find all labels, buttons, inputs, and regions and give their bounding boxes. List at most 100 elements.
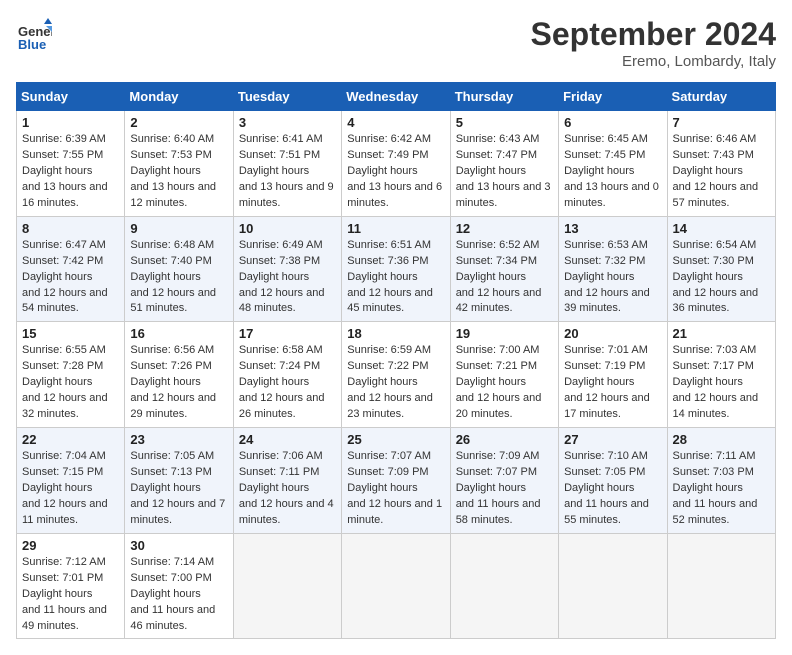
day-cell-15: 15 Sunrise: 6:55 AM Sunset: 7:28 PM Dayl… [17,322,125,428]
svg-text:Blue: Blue [18,37,46,52]
day-detail: Sunrise: 7:14 AM Sunset: 7:00 PM Dayligh… [130,555,227,635]
day-cell-19: 19 Sunrise: 7:00 AM Sunset: 7:21 PM Dayl… [450,322,558,428]
day-cell-21: 21 Sunrise: 7:03 AM Sunset: 7:17 PM Dayl… [667,322,775,428]
day-number: 23 [130,432,227,447]
day-cell-29: 29 Sunrise: 7:12 AM Sunset: 7:01 PM Dayl… [17,533,125,639]
day-detail: Sunrise: 6:47 AM Sunset: 7:42 PM Dayligh… [22,238,119,318]
calendar-table: SundayMondayTuesdayWednesdayThursdayFrid… [16,82,776,639]
day-number: 30 [130,538,227,553]
day-detail: Sunrise: 6:51 AM Sunset: 7:36 PM Dayligh… [347,238,444,318]
day-cell-9: 9 Sunrise: 6:48 AM Sunset: 7:40 PM Dayli… [125,216,233,322]
day-cell-25: 25 Sunrise: 7:07 AM Sunset: 7:09 PM Dayl… [342,428,450,534]
day-number: 6 [564,115,661,130]
day-cell-14: 14 Sunrise: 6:54 AM Sunset: 7:30 PM Dayl… [667,216,775,322]
empty-cell [450,533,558,639]
day-detail: Sunrise: 7:06 AM Sunset: 7:11 PM Dayligh… [239,449,336,529]
day-number: 9 [130,221,227,236]
day-cell-11: 11 Sunrise: 6:51 AM Sunset: 7:36 PM Dayl… [342,216,450,322]
day-cell-18: 18 Sunrise: 6:59 AM Sunset: 7:22 PM Dayl… [342,322,450,428]
week-row-2: 8 Sunrise: 6:47 AM Sunset: 7:42 PM Dayli… [17,216,776,322]
week-row-5: 29 Sunrise: 7:12 AM Sunset: 7:01 PM Dayl… [17,533,776,639]
day-detail: Sunrise: 6:56 AM Sunset: 7:26 PM Dayligh… [130,343,227,423]
weekday-header-tuesday: Tuesday [233,83,341,111]
day-number: 19 [456,326,553,341]
day-number: 28 [673,432,770,447]
title-block: September 2024 Eremo, Lombardy, Italy [531,16,776,70]
day-number: 29 [22,538,119,553]
day-detail: Sunrise: 6:59 AM Sunset: 7:22 PM Dayligh… [347,343,444,423]
weekday-header-monday: Monday [125,83,233,111]
day-cell-4: 4 Sunrise: 6:42 AM Sunset: 7:49 PM Dayli… [342,111,450,217]
day-detail: Sunrise: 7:12 AM Sunset: 7:01 PM Dayligh… [22,555,119,635]
day-number: 10 [239,221,336,236]
day-number: 22 [22,432,119,447]
page-header: General Blue September 2024 Eremo, Lomba… [16,16,776,70]
day-number: 8 [22,221,119,236]
day-number: 17 [239,326,336,341]
day-detail: Sunrise: 7:07 AM Sunset: 7:09 PM Dayligh… [347,449,444,529]
empty-cell [559,533,667,639]
day-cell-7: 7 Sunrise: 6:46 AM Sunset: 7:43 PM Dayli… [667,111,775,217]
day-detail: Sunrise: 6:48 AM Sunset: 7:40 PM Dayligh… [130,238,227,318]
day-cell-23: 23 Sunrise: 7:05 AM Sunset: 7:13 PM Dayl… [125,428,233,534]
day-cell-10: 10 Sunrise: 6:49 AM Sunset: 7:38 PM Dayl… [233,216,341,322]
day-number: 2 [130,115,227,130]
day-number: 12 [456,221,553,236]
day-number: 24 [239,432,336,447]
day-cell-16: 16 Sunrise: 6:56 AM Sunset: 7:26 PM Dayl… [125,322,233,428]
day-detail: Sunrise: 6:53 AM Sunset: 7:32 PM Dayligh… [564,238,661,318]
day-number: 14 [673,221,770,236]
day-detail: Sunrise: 6:43 AM Sunset: 7:47 PM Dayligh… [456,132,553,212]
day-number: 27 [564,432,661,447]
day-cell-3: 3 Sunrise: 6:41 AM Sunset: 7:51 PM Dayli… [233,111,341,217]
month-title: September 2024 [531,16,776,53]
day-number: 7 [673,115,770,130]
day-cell-12: 12 Sunrise: 6:52 AM Sunset: 7:34 PM Dayl… [450,216,558,322]
day-cell-1: 1 Sunrise: 6:39 AM Sunset: 7:55 PM Dayli… [17,111,125,217]
day-detail: Sunrise: 7:00 AM Sunset: 7:21 PM Dayligh… [456,343,553,423]
week-row-1: 1 Sunrise: 6:39 AM Sunset: 7:55 PM Dayli… [17,111,776,217]
day-detail: Sunrise: 6:46 AM Sunset: 7:43 PM Dayligh… [673,132,770,212]
day-detail: Sunrise: 6:41 AM Sunset: 7:51 PM Dayligh… [239,132,336,212]
day-number: 5 [456,115,553,130]
day-number: 26 [456,432,553,447]
day-cell-30: 30 Sunrise: 7:14 AM Sunset: 7:00 PM Dayl… [125,533,233,639]
day-detail: Sunrise: 7:05 AM Sunset: 7:13 PM Dayligh… [130,449,227,529]
day-detail: Sunrise: 7:01 AM Sunset: 7:19 PM Dayligh… [564,343,661,423]
day-cell-20: 20 Sunrise: 7:01 AM Sunset: 7:19 PM Dayl… [559,322,667,428]
day-detail: Sunrise: 6:52 AM Sunset: 7:34 PM Dayligh… [456,238,553,318]
day-number: 18 [347,326,444,341]
day-detail: Sunrise: 7:03 AM Sunset: 7:17 PM Dayligh… [673,343,770,423]
weekday-header-thursday: Thursday [450,83,558,111]
week-row-4: 22 Sunrise: 7:04 AM Sunset: 7:15 PM Dayl… [17,428,776,534]
day-cell-5: 5 Sunrise: 6:43 AM Sunset: 7:47 PM Dayli… [450,111,558,217]
day-detail: Sunrise: 6:55 AM Sunset: 7:28 PM Dayligh… [22,343,119,423]
day-number: 15 [22,326,119,341]
day-detail: Sunrise: 6:40 AM Sunset: 7:53 PM Dayligh… [130,132,227,212]
day-number: 25 [347,432,444,447]
day-number: 11 [347,221,444,236]
day-detail: Sunrise: 7:10 AM Sunset: 7:05 PM Dayligh… [564,449,661,529]
day-number: 16 [130,326,227,341]
day-cell-26: 26 Sunrise: 7:09 AM Sunset: 7:07 PM Dayl… [450,428,558,534]
logo-icon: General Blue [16,16,52,52]
day-cell-8: 8 Sunrise: 6:47 AM Sunset: 7:42 PM Dayli… [17,216,125,322]
day-detail: Sunrise: 6:39 AM Sunset: 7:55 PM Dayligh… [22,132,119,212]
day-cell-24: 24 Sunrise: 7:06 AM Sunset: 7:11 PM Dayl… [233,428,341,534]
day-cell-6: 6 Sunrise: 6:45 AM Sunset: 7:45 PM Dayli… [559,111,667,217]
day-detail: Sunrise: 7:04 AM Sunset: 7:15 PM Dayligh… [22,449,119,529]
day-detail: Sunrise: 6:49 AM Sunset: 7:38 PM Dayligh… [239,238,336,318]
day-cell-13: 13 Sunrise: 6:53 AM Sunset: 7:32 PM Dayl… [559,216,667,322]
day-cell-17: 17 Sunrise: 6:58 AM Sunset: 7:24 PM Dayl… [233,322,341,428]
day-cell-22: 22 Sunrise: 7:04 AM Sunset: 7:15 PM Dayl… [17,428,125,534]
empty-cell [342,533,450,639]
logo: General Blue [16,16,52,52]
weekday-header-row: SundayMondayTuesdayWednesdayThursdayFrid… [17,83,776,111]
day-number: 3 [239,115,336,130]
day-cell-2: 2 Sunrise: 6:40 AM Sunset: 7:53 PM Dayli… [125,111,233,217]
day-number: 20 [564,326,661,341]
week-row-3: 15 Sunrise: 6:55 AM Sunset: 7:28 PM Dayl… [17,322,776,428]
day-detail: Sunrise: 6:45 AM Sunset: 7:45 PM Dayligh… [564,132,661,212]
weekday-header-saturday: Saturday [667,83,775,111]
day-detail: Sunrise: 6:42 AM Sunset: 7:49 PM Dayligh… [347,132,444,212]
